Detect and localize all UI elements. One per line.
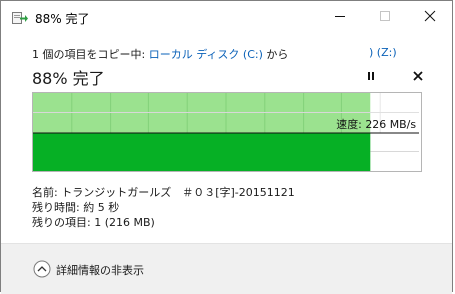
cancel-copy-button[interactable]	[408, 67, 428, 85]
details-toggle-bar: 詳細情報の非表示	[1, 243, 452, 294]
window-title: 88% 完了	[35, 12, 90, 26]
items-label: 残りの項目:	[32, 216, 91, 229]
copy-middle: から	[262, 48, 289, 61]
pause-button[interactable]	[361, 67, 381, 85]
source-link[interactable]: ローカル ディスク (C:)	[149, 48, 263, 61]
title-bar: 88% 完了	[1, 1, 452, 32]
destination-link[interactable]: ) (Z:)	[369, 46, 397, 59]
detail-time-remaining: 残り時間: 約 5 秒	[32, 199, 119, 215]
speed-label: 速度: 226 MB/s	[336, 117, 416, 131]
detail-name: 名前: トランジットガールズ ＃０３[字]-20151121	[32, 184, 295, 200]
close-window-button[interactable]	[407, 1, 453, 32]
file-copy-icon	[12, 12, 28, 24]
copy-description: 1 個の項目をコピー中: ローカル ディスク (C:) から	[32, 46, 288, 62]
name-value: トランジットガールズ ＃０３[字]-20151121	[61, 186, 295, 199]
chevron-up-icon[interactable]	[33, 260, 51, 278]
progress-title: 88% 完了	[32, 69, 105, 88]
time-value: 約 5 秒	[83, 201, 120, 214]
copy-prefix: 1 個の項目をコピー中:	[32, 48, 149, 61]
name-label: 名前:	[32, 186, 58, 199]
items-value: 1 (216 MB)	[94, 216, 155, 229]
progress-bar	[33, 132, 371, 171]
minimize-button[interactable]	[317, 1, 363, 32]
time-label: 残り時間:	[32, 201, 80, 214]
fewer-details-button[interactable]: 詳細情報の非表示	[56, 262, 144, 278]
detail-items-remaining: 残りの項目: 1 (216 MB)	[32, 214, 155, 230]
transfer-speed-graph: 速度: 226 MB/s	[32, 92, 422, 172]
maximize-button[interactable]	[362, 1, 408, 32]
copy-dialog: 88% 完了 1 個の項目をコピー中: ローカル ディスク (C:) から ) …	[0, 0, 453, 294]
